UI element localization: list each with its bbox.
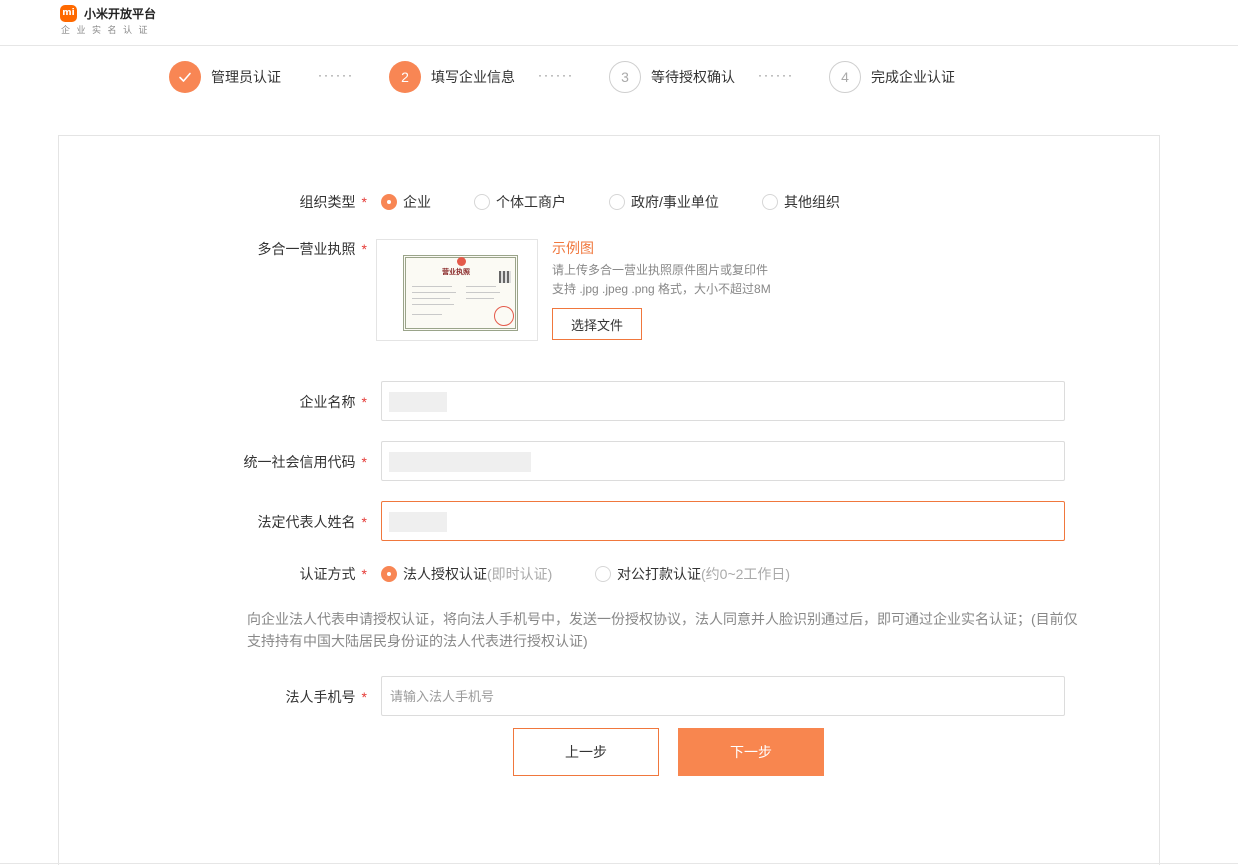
radio-checked-icon[interactable] <box>381 194 397 210</box>
business-license-thumbnail: 营业执照 <box>403 255 518 331</box>
radio-unchecked-icon[interactable] <box>609 194 625 210</box>
prev-step-button[interactable]: 上一步 <box>513 728 659 776</box>
auth-method-label: 认证方式 * <box>299 566 367 582</box>
top-header: mi 小米开放平台 企业实名认证 <box>0 0 1238 46</box>
legal-phone-field[interactable] <box>381 676 1065 716</box>
auth-description: 向企业法人代表申请授权认证，将向法人手机号中，发送一份授权协议，法人同意并人脸识… <box>247 611 1078 649</box>
legal-phone-input[interactable] <box>382 677 1064 715</box>
step-label: 填写企业信息 <box>431 69 515 85</box>
auth-legal-rep-radio[interactable]: 法人授权认证 (即时认证) <box>381 564 552 584</box>
upload-hint-text: 请上传多合一营业执照原件图片或复印件 <box>552 263 769 277</box>
auth-bank-transfer-radio[interactable]: 对公打款认证 (约0~2工作日) <box>595 564 790 584</box>
step-admin-verification: 管理员认证 <box>169 61 281 93</box>
license-sample-image[interactable]: 营业执照 <box>376 239 538 341</box>
step-await-authorization: 3 等待授权确认 <box>609 61 735 93</box>
org-type-enterprise-radio[interactable]: 企业 <box>381 192 431 212</box>
step-label: 完成企业认证 <box>871 69 955 85</box>
step-label: 等待授权确认 <box>651 69 735 85</box>
legal-phone-label: 法人手机号 * <box>285 689 367 705</box>
step-fill-company-info: 2 填写企业信息 <box>389 61 515 93</box>
company-name-label: 企业名称 * <box>299 394 367 410</box>
company-name-input[interactable] <box>382 382 1064 420</box>
radio-unchecked-icon[interactable] <box>474 194 490 210</box>
step-number: 2 <box>389 61 421 93</box>
footer-divider <box>0 863 1238 864</box>
red-stamp-icon <box>494 306 514 326</box>
step-complete-verification: 4 完成企业认证 <box>829 61 955 93</box>
org-type-label: 组织类型 * <box>299 194 367 210</box>
next-step-button[interactable]: 下一步 <box>678 728 824 776</box>
mi-logo-icon[interactable]: mi <box>60 5 77 22</box>
example-image-link[interactable]: 示例图 <box>552 239 594 257</box>
qr-code-icon <box>499 271 511 283</box>
radio-checked-icon[interactable] <box>381 566 397 582</box>
platform-title[interactable]: 小米开放平台 <box>84 6 156 22</box>
legal-rep-name-input[interactable] <box>382 502 1064 540</box>
step-separator: ······ <box>758 68 794 82</box>
org-type-government-radio[interactable]: 政府/事业单位 <box>609 192 719 212</box>
credit-code-input[interactable] <box>382 442 1064 480</box>
org-type-other-radio[interactable]: 其他组织 <box>762 192 840 212</box>
step-separator: ······ <box>538 68 574 82</box>
credit-code-field[interactable] <box>381 441 1065 481</box>
step-label: 管理员认证 <box>211 69 281 85</box>
radio-unchecked-icon[interactable] <box>595 566 611 582</box>
step-separator: ······ <box>318 68 354 82</box>
step-number: 4 <box>829 61 861 93</box>
legal-rep-name-field[interactable] <box>381 501 1065 541</box>
check-icon <box>169 61 201 93</box>
legal-rep-name-label: 法定代表人姓名 * <box>257 514 367 530</box>
company-name-field[interactable] <box>381 381 1065 421</box>
choose-file-button[interactable]: 选择文件 <box>552 308 642 340</box>
step-number: 3 <box>609 61 641 93</box>
radio-unchecked-icon[interactable] <box>762 194 778 210</box>
credit-code-label: 统一社会信用代码 * <box>243 454 367 470</box>
emblem-icon <box>457 257 466 266</box>
org-type-individual-radio[interactable]: 个体工商户 <box>474 192 566 212</box>
format-hint-text: 支持 .jpg .jpeg .png 格式，大小不超过8M <box>552 282 771 296</box>
platform-subtitle: 企业实名认证 <box>61 25 155 35</box>
license-label: 多合一营业执照 * <box>257 241 367 257</box>
